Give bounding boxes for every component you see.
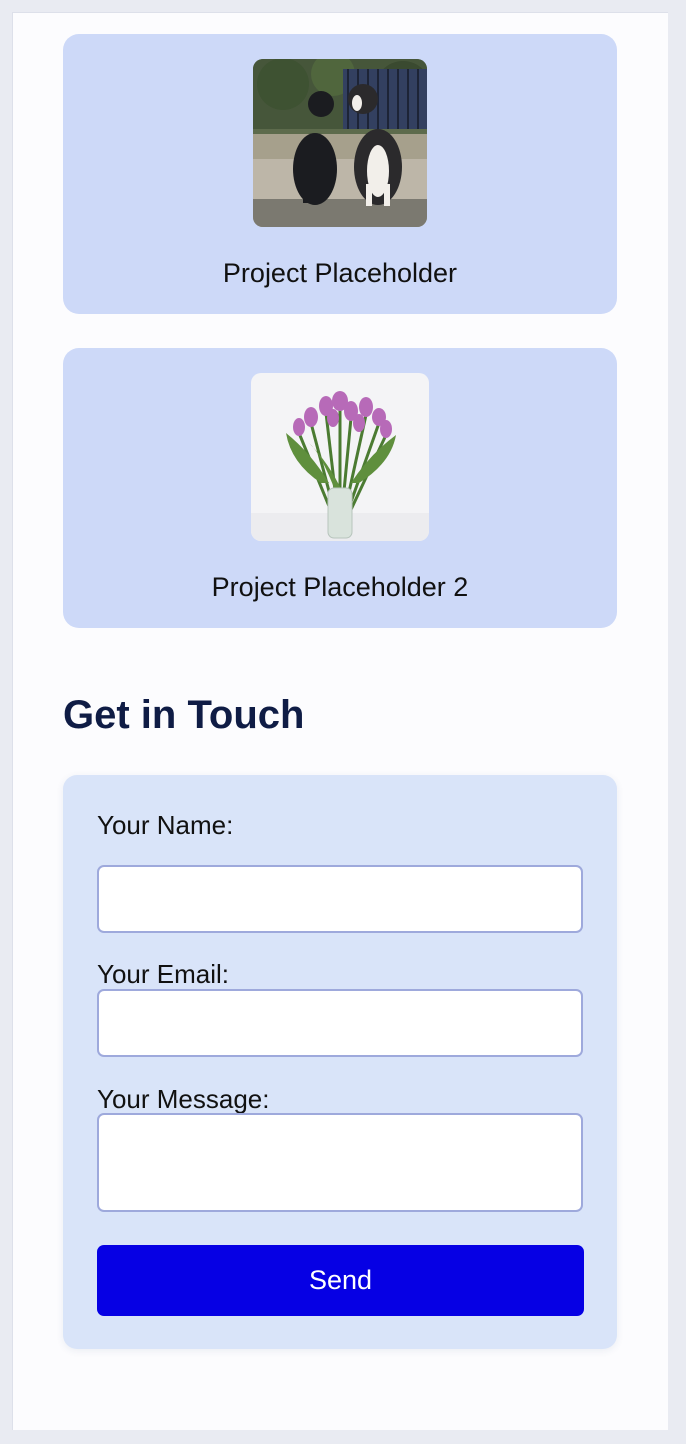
project-image-dogs xyxy=(253,59,427,227)
page: Project Placeholder Project Placeholder … xyxy=(12,12,668,1430)
project-card[interactable]: Project Placeholder 2 xyxy=(63,348,617,628)
project-card[interactable]: Project Placeholder xyxy=(63,34,617,314)
name-label: Your Name: xyxy=(97,810,234,840)
project-title: Project Placeholder xyxy=(222,258,458,288)
message-label: Your Message: xyxy=(97,1084,270,1114)
project-title: Project Placeholder 2 xyxy=(211,572,469,602)
send-button[interactable]: Send xyxy=(97,1245,584,1316)
email-label: Your Email: xyxy=(97,959,229,989)
contact-heading: Get in Touch xyxy=(63,693,305,737)
message-textarea[interactable] xyxy=(97,1113,583,1212)
name-field[interactable] xyxy=(97,865,583,933)
project-image-tulips xyxy=(251,373,429,541)
email-field[interactable] xyxy=(97,989,583,1057)
contact-form: Your Name: Your Email: Your Message: Sen… xyxy=(63,775,617,1349)
